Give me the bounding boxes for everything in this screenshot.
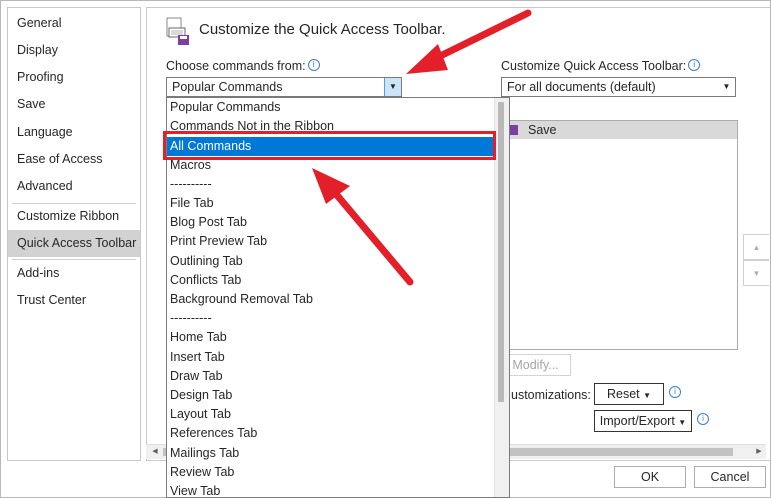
reset-button[interactable]: Reset ▼ [594,383,664,405]
sidebar-item-ease-of-access[interactable]: Ease of Access [8,146,140,173]
customize-toolbar-label-text: Customize Quick Access Toolbar: [501,59,687,73]
list-item[interactable]: Save [501,121,737,139]
import-export-label: Import/Export [599,414,675,428]
customize-toolbar-dropdown[interactable]: For all documents (default) ▼ [501,77,736,97]
dropdown-option[interactable]: Conflicts Tab [167,271,495,290]
sidebar-item-language[interactable]: Language [8,119,140,146]
list-item-label: Save [528,123,557,137]
info-icon: i [669,386,681,398]
chevron-down-icon[interactable]: ▼ [718,78,735,96]
chevron-down-icon: ▼ [643,391,652,400]
chevron-down-icon: ▼ [678,418,687,427]
save-icon [509,125,518,135]
info-icon: i [697,413,709,425]
move-up-button[interactable]: ▲ [743,234,769,260]
sidebar-item-quick-access-toolbar[interactable]: Quick Access Toolbar [8,230,140,257]
ok-button[interactable]: OK [614,466,686,488]
cancel-button[interactable]: Cancel [694,466,766,488]
dropdown-option[interactable]: Background Removal Tab [167,290,495,309]
sidebar-item-trust-center[interactable]: Trust Center [8,287,140,314]
highlight-box [163,131,496,160]
sidebar-item-advanced[interactable]: Advanced [8,173,140,200]
sidebar-item-save[interactable]: Save [8,91,140,118]
toolbar-commands-list[interactable]: Save [500,120,738,350]
scrollbar-thumb[interactable] [498,102,504,402]
info-icon: i [688,59,701,71]
quick-access-toolbar-icon [166,17,189,45]
customize-toolbar-label: Customize Quick Access Toolbar: i [501,59,701,73]
dropdown-option[interactable]: File Tab [167,194,495,213]
scroll-right-icon[interactable]: ▶ [752,445,766,459]
dropdown-option[interactable]: Outlining Tab [167,252,495,271]
choose-commands-value: Popular Commands [172,80,283,94]
dropdown-option[interactable]: Popular Commands [167,98,495,117]
scroll-left-icon[interactable]: ◀ [148,445,162,459]
reset-label: Reset [606,387,640,401]
sidebar-item-general[interactable]: General [8,10,140,37]
dropdown-separator: ---------- [170,177,212,191]
dropdown-option[interactable]: Draw Tab [167,367,495,386]
dropdown-option[interactable]: Layout Tab [167,405,495,424]
dropdown-option[interactable]: Insert Tab [167,348,495,367]
dropdown-option[interactable]: Review Tab [167,463,495,482]
sidebar-item-customize-ribbon[interactable]: Customize Ribbon [8,203,140,230]
choose-commands-label: Choose commands from: i [166,59,320,73]
info-icon: i [307,59,320,71]
page-title: Customize the Quick Access Toolbar. [199,21,446,38]
dropdown-option[interactable]: Home Tab [167,328,495,347]
choose-commands-label-text: Choose commands from: [166,59,306,73]
import-export-button[interactable]: Import/Export ▼ [594,410,692,432]
dropdown-option[interactable]: Blog Post Tab [167,213,495,232]
dropdown-option[interactable]: View Tab [167,482,495,497]
dropdown-option[interactable]: Mailings Tab [167,444,495,463]
dropdown-option[interactable]: Design Tab [167,386,495,405]
dropdown-separator: ---------- [170,311,212,325]
options-sidebar: General Display Proofing Save Language E… [7,7,141,461]
dropdown-option[interactable]: Print Preview Tab [167,232,495,251]
customizations-label: ustomizations: [511,388,591,402]
move-down-button[interactable]: ▼ [743,260,769,286]
sidebar-item-display[interactable]: Display [8,37,140,64]
sidebar-item-proofing[interactable]: Proofing [8,64,140,91]
choose-commands-dropdown[interactable]: Popular Commands ▼ [166,77,402,97]
customize-toolbar-value: For all documents (default) [507,80,656,94]
dropdown-option[interactable]: References Tab [167,424,495,443]
chevron-down-icon[interactable]: ▼ [384,78,401,96]
modify-button[interactable]: Modify... [500,354,571,376]
sidebar-item-add-ins[interactable]: Add-ins [8,260,140,287]
dropdown-scrollbar[interactable] [494,98,509,497]
